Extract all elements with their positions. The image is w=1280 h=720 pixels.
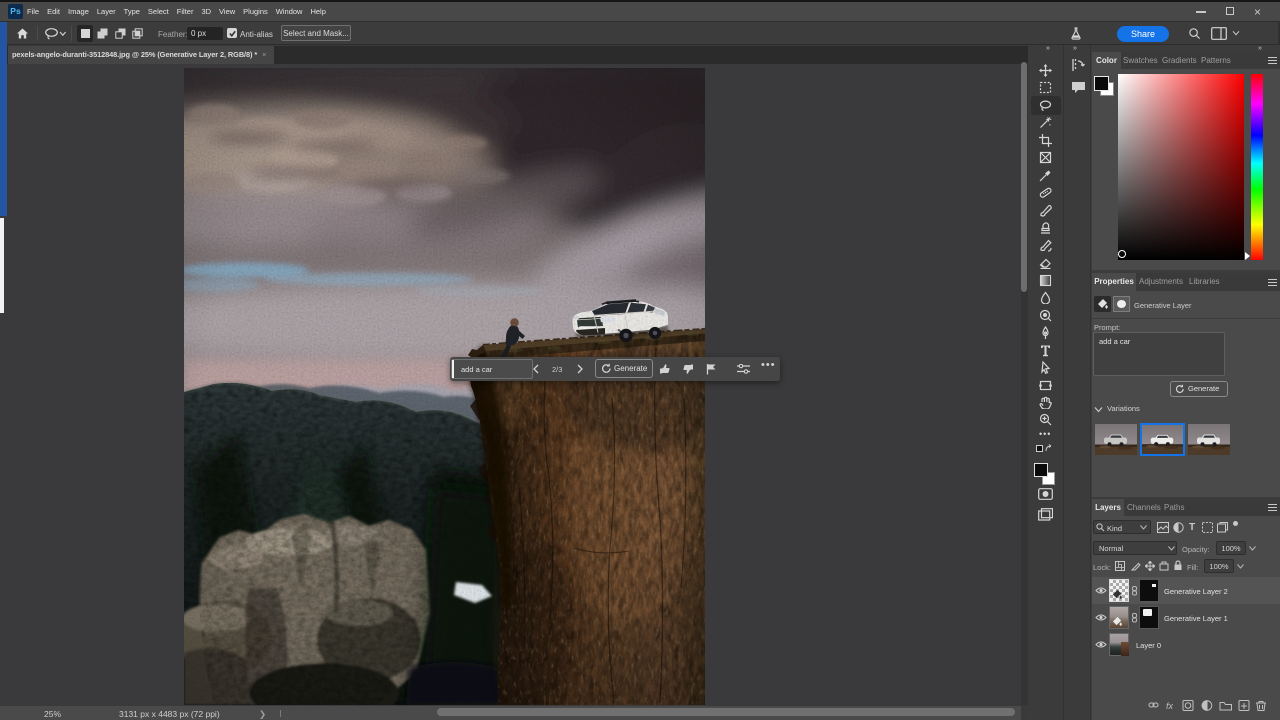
svg-text:fx: fx [1166, 701, 1174, 711]
